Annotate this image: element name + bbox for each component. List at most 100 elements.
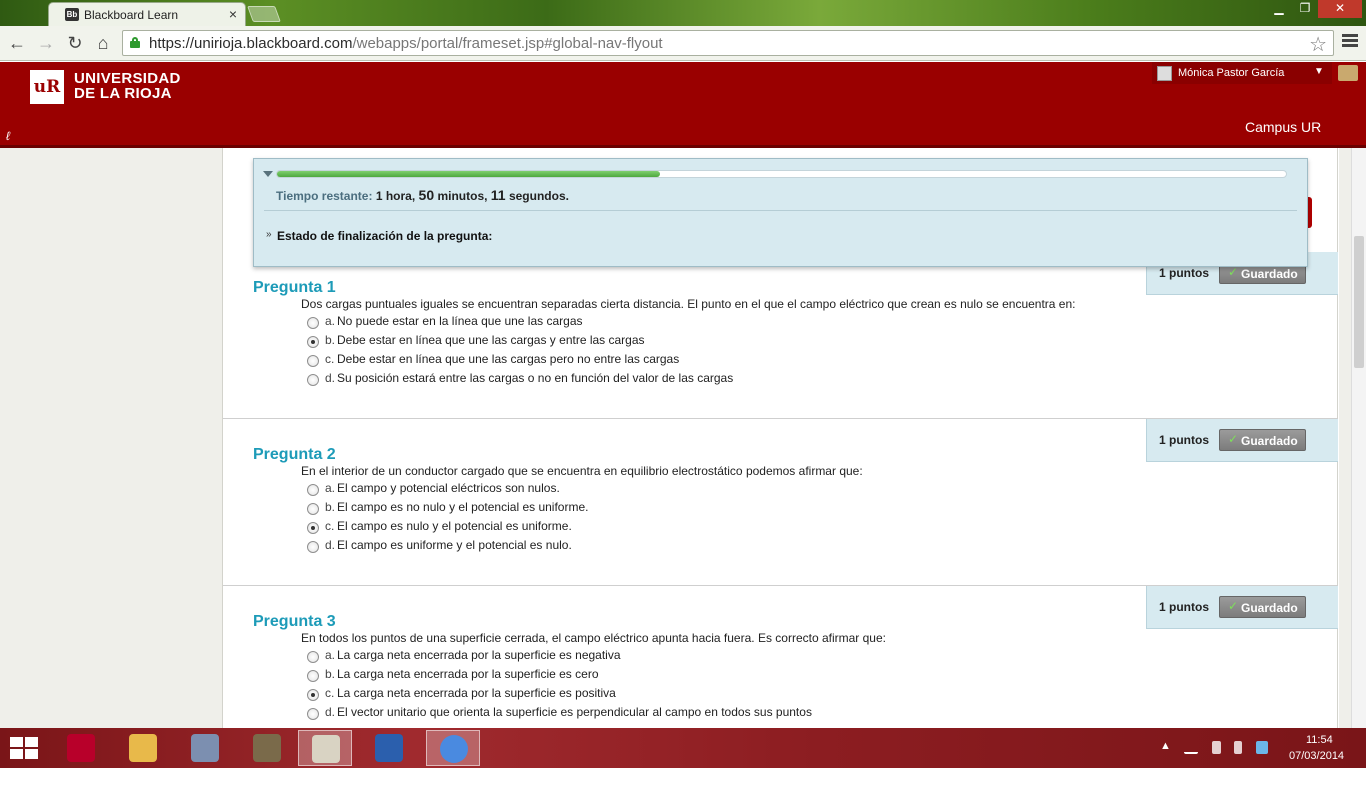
chrome-taskbar-button[interactable] — [426, 730, 480, 766]
university-logo-icon[interactable]: uR — [30, 70, 64, 104]
time-remaining-label: Tiempo restante: — [276, 189, 373, 203]
window-close-icon[interactable]: ✕ — [1318, 0, 1362, 18]
address-bar[interactable]: https://unirioja.blackboard.com/webapps/… — [122, 30, 1334, 56]
timer-divider — [264, 210, 1297, 211]
answer-radio[interactable] — [307, 541, 319, 553]
option-text[interactable]: El vector unitario que orienta la superf… — [337, 705, 812, 719]
answer-radio[interactable] — [307, 689, 319, 701]
tray-chevron-icon[interactable]: ▲ — [1160, 740, 1171, 752]
browser-tab[interactable]: Bb Blackboard Learn × — [48, 2, 246, 26]
option-text[interactable]: No puede estar en la línea que une las c… — [337, 314, 583, 328]
question-block: Pregunta 2 En el interior de un conductor… — [223, 419, 1338, 586]
double-chevron-down-icon[interactable]: » — [266, 229, 272, 240]
seconds-unit: segundos. — [508, 189, 569, 203]
time-remaining: Tiempo restante: 1 hora, 50 minutos, 11 … — [276, 187, 569, 203]
gimp-taskbar-button[interactable] — [240, 730, 294, 766]
option-text[interactable]: Su posición estará entre las cargas o no… — [337, 371, 733, 385]
video-editor-taskbar-button[interactable] — [178, 730, 232, 766]
campus-ur-link[interactable]: Campus UR — [1245, 119, 1321, 135]
battery-icon[interactable] — [1212, 741, 1221, 754]
answer-radio[interactable] — [307, 522, 319, 534]
forward-arrow-icon[interactable]: → — [35, 32, 57, 54]
home-icon[interactable]: ⌂ — [92, 32, 114, 54]
collapse-triangle-icon[interactable] — [263, 171, 273, 177]
points-value: 1 puntos — [1159, 600, 1209, 614]
minimize-icon[interactable]: ▁ — [1266, 0, 1292, 18]
word-taskbar-button[interactable] — [362, 730, 416, 766]
option-text[interactable]: El campo es nulo y el potencial es unifo… — [337, 519, 572, 533]
url-text: https://unirioja.blackboard.com/webapps/… — [149, 35, 663, 52]
user-menu[interactable]: Mónica Pastor García ▼ — [1152, 62, 1332, 84]
windows-start-icon[interactable] — [10, 737, 38, 759]
page-scrollbar[interactable] — [1351, 148, 1366, 728]
paint-icon — [312, 735, 340, 763]
option-letter: a. — [325, 481, 336, 495]
points-box: 1 puntos ✓ Guardado — [1146, 586, 1338, 629]
option-text[interactable]: La carga neta encerrada por la superfici… — [337, 648, 621, 662]
option-letter: c. — [325, 352, 335, 366]
answer-radio[interactable] — [307, 651, 319, 663]
scroll-thumb[interactable] — [1354, 236, 1364, 368]
option-text[interactable]: La carga neta encerrada por la superfici… — [337, 686, 616, 700]
paint-taskbar-button[interactable] — [298, 730, 352, 766]
option-letter: b. — [325, 333, 336, 347]
volume-icon[interactable] — [1234, 741, 1242, 754]
option-text[interactable]: La carga neta encerrada por la superfici… — [337, 667, 599, 681]
site-header: uR UNIVERSIDAD DE LA RIOJA Mónica Pastor… — [0, 62, 1366, 148]
answer-radio[interactable] — [307, 708, 319, 720]
logo-line2: DE LA RIOJA — [74, 85, 172, 102]
network-icon[interactable] — [1184, 741, 1198, 754]
tab-close-icon[interactable]: × — [229, 6, 237, 22]
saved-button[interactable]: ✓ Guardado — [1219, 596, 1306, 618]
option-text[interactable]: El campo es no nulo y el potencial es un… — [337, 500, 588, 514]
university-logo-text[interactable]: UNIVERSIDAD DE LA RIOJA — [74, 71, 181, 101]
below-screen-area — [0, 768, 1366, 810]
saved-button[interactable]: ✓ Guardado — [1219, 429, 1306, 451]
points-box: 1 puntos ✓ Guardado — [1146, 419, 1338, 462]
option-letter: c. — [325, 686, 335, 700]
back-arrow-icon[interactable]: ← — [6, 32, 28, 54]
browser-menu-icon[interactable] — [1342, 34, 1358, 48]
question-status-toggle[interactable]: Estado de finalización de la pregunta: — [277, 229, 492, 243]
file-explorer-icon — [129, 734, 157, 762]
file-explorer-taskbar-button[interactable] — [116, 730, 170, 766]
points-value: 1 puntos — [1159, 266, 1209, 280]
option-letter: b. — [325, 667, 336, 681]
option-letter: d. — [325, 371, 336, 385]
answer-radio[interactable] — [307, 336, 319, 348]
option-text[interactable]: Debe estar en línea que une las cargas y… — [337, 333, 645, 347]
answer-radio[interactable] — [307, 484, 319, 496]
answer-radio[interactable] — [307, 503, 319, 515]
hours-unit: hora, — [385, 189, 416, 203]
clock-time[interactable]: 11:54 — [1306, 734, 1333, 746]
answer-radio[interactable] — [307, 670, 319, 682]
saved-label: Guardado — [1241, 267, 1298, 281]
question-text: En todos los puntos de una superficie ce… — [301, 631, 886, 645]
option-text[interactable]: El campo y potencial eléctricos son nulo… — [337, 481, 560, 495]
window-controls: ▁ ❐ ✕ — [1266, 0, 1362, 18]
right-gutter — [1339, 148, 1351, 728]
power-icon — [67, 734, 95, 762]
answer-radio[interactable] — [307, 355, 319, 367]
chevron-down-icon[interactable]: ▼ — [1314, 66, 1324, 77]
restore-icon[interactable]: ❐ — [1292, 0, 1318, 18]
answer-radio[interactable] — [307, 374, 319, 386]
dropbox-icon[interactable] — [1256, 741, 1268, 754]
power-taskbar-button[interactable] — [54, 730, 108, 766]
option-text[interactable]: Debe estar en línea que une las cargas p… — [337, 352, 679, 366]
chrome-icon — [440, 735, 468, 763]
reload-icon[interactable]: ↻ — [64, 32, 86, 54]
option-text[interactable]: El campo es uniforme y el potencial es n… — [337, 538, 572, 552]
new-tab-button[interactable] — [247, 6, 281, 22]
points-value: 1 puntos — [1159, 433, 1209, 447]
logout-icon[interactable] — [1338, 65, 1358, 81]
option-letter: d. — [325, 705, 336, 719]
option-letter: d. — [325, 538, 336, 552]
saved-label: Guardado — [1241, 434, 1298, 448]
bookmark-star-icon[interactable]: ☆ — [1309, 32, 1327, 57]
pin-icon[interactable]: ℓ — [6, 129, 10, 143]
question-text: Dos cargas puntuales iguales se encuentr… — [301, 297, 1076, 311]
answer-radio[interactable] — [307, 317, 319, 329]
user-name: Mónica Pastor García — [1178, 67, 1285, 79]
clock-date[interactable]: 07/03/2014 — [1289, 750, 1344, 762]
